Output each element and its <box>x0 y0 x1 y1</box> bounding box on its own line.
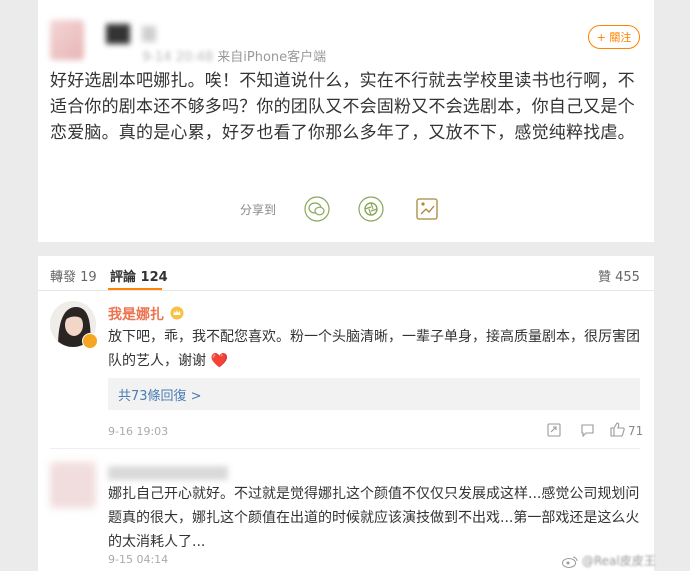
share-comment-icon[interactable] <box>547 423 561 437</box>
comment-divider <box>50 448 640 449</box>
like-count: 71 <box>628 424 644 438</box>
follow-button[interactable]: + 關注 <box>588 25 640 49</box>
weibo-watermark-icon <box>562 556 578 568</box>
crown-badge-icon <box>170 306 184 320</box>
comment-time: 9-15 04:14 <box>108 553 169 566</box>
verified-badge-icon <box>82 333 98 349</box>
avatar[interactable] <box>50 462 96 508</box>
reply-icon[interactable] <box>580 423 595 437</box>
heart-emoji-icon: ❤️ <box>210 353 228 369</box>
tabs-divider <box>38 290 654 291</box>
post-source: 来自iPhone客户端 <box>217 50 327 65</box>
tab-repost[interactable]: 轉發 19 <box>50 266 97 285</box>
weibo-share-icon[interactable] <box>414 196 440 222</box>
tab-likes[interactable]: 贊 455 <box>598 266 640 285</box>
like-icon[interactable] <box>610 422 625 437</box>
share-label: 分享到 <box>240 203 277 217</box>
post-time: 9-14 20:48 <box>142 50 214 65</box>
comment-text: 放下吧，乖，我不配您喜欢。粉一个头脑清晰，一辈子单身，接高质量剧本，很厉害团队的… <box>108 325 648 373</box>
comment-text: 娜扎自己开心就好。不过就是觉得娜扎这个颜值不仅仅只发展成这样...感觉公司规划问… <box>108 486 640 550</box>
view-replies-link[interactable]: 共73條回復 > <box>108 378 640 410</box>
watermark: @Real皮皮王 <box>562 552 656 569</box>
moments-icon[interactable] <box>358 196 384 222</box>
tab-comments[interactable]: 評論 124 <box>110 266 168 285</box>
wechat-icon[interactable] <box>304 196 330 222</box>
comment-author-name-blurred[interactable] <box>108 466 228 480</box>
comment-body: 放下吧，乖，我不配您喜欢。粉一个头脑清晰，一辈子单身，接高质量剧本，很厉害团队的… <box>108 329 640 369</box>
post-meta: 9-14 20:48 来自iPhone客户端 <box>142 46 326 65</box>
post-author-name[interactable] <box>106 24 130 44</box>
watermark-handle: @Real皮皮王 <box>581 554 656 568</box>
comment-time: 9-16 19:03 <box>108 425 169 438</box>
post-author-avatar[interactable] <box>50 20 84 60</box>
post-body: 好好选剧本吧娜扎。唉！不知道说什么，实在不行就去学校里读书也行啊，不适合你的剧本… <box>50 71 635 143</box>
post-author-name-extra <box>142 26 156 42</box>
comment-author-name[interactable]: 我是娜扎 <box>108 304 164 324</box>
